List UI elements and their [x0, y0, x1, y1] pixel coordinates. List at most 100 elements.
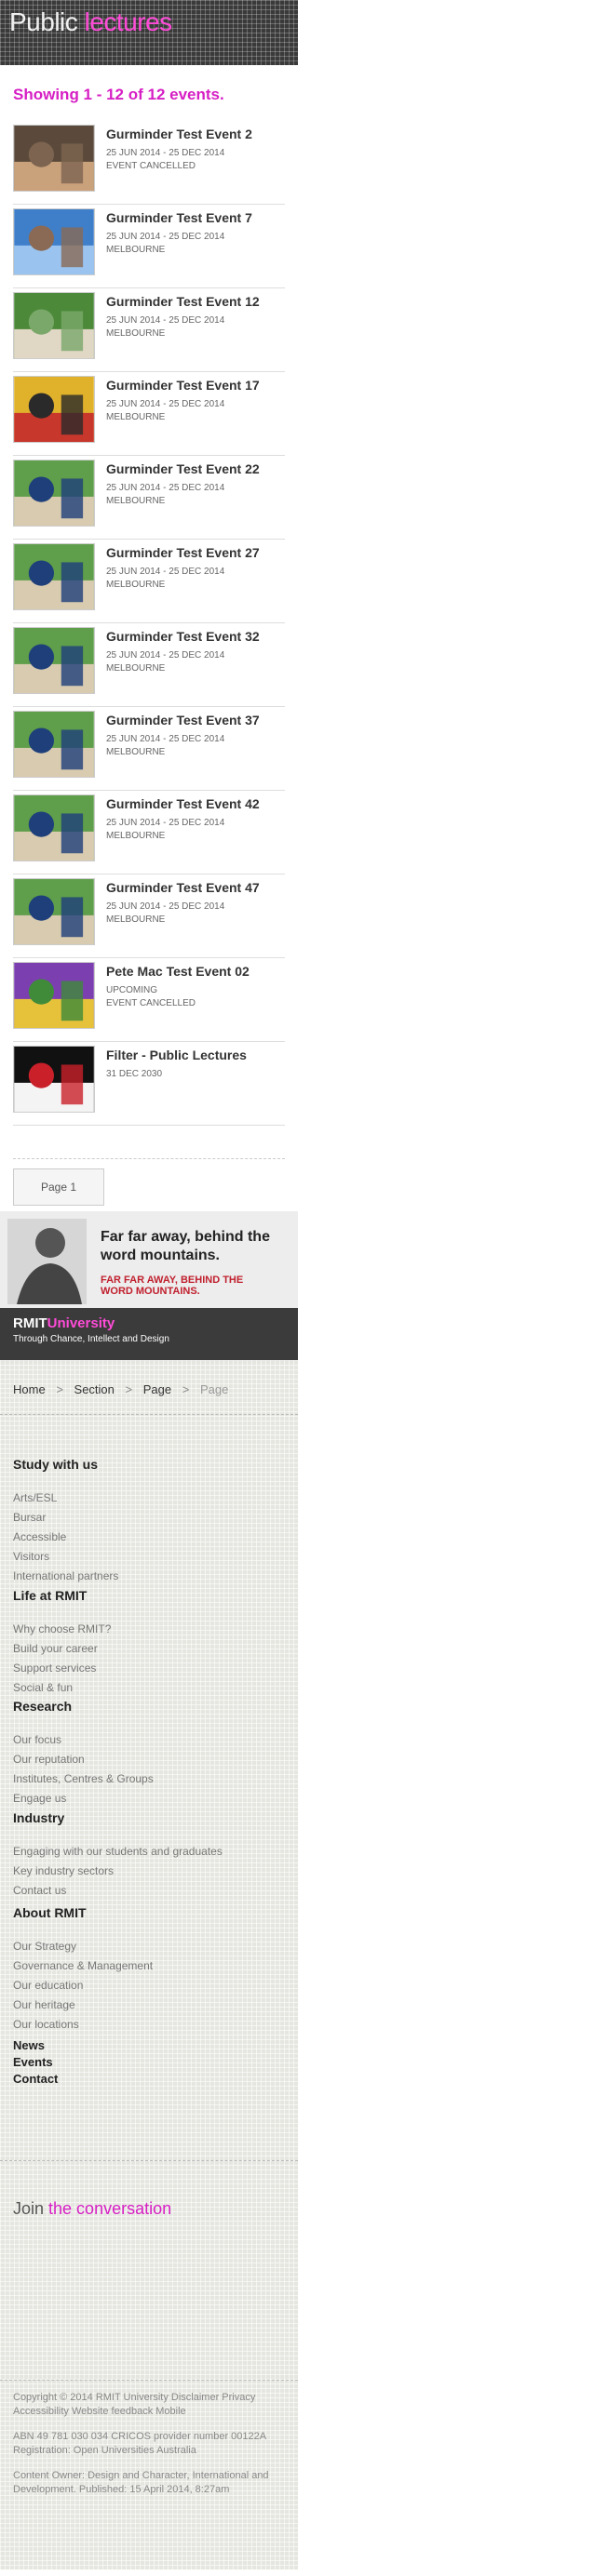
promo-banner[interactable]: Far far away, behind the word mountains.…: [0, 1211, 298, 1360]
breadcrumb-home[interactable]: Home: [13, 1382, 46, 1396]
footer-link[interactable]: International partners: [13, 1567, 283, 1586]
footer-link[interactable]: Accessible: [13, 1528, 283, 1547]
event-location: MELBOURNE: [106, 412, 166, 422]
footer-link[interactable]: Institutes, Centres & Groups: [13, 1769, 283, 1789]
event-item[interactable]: Gurminder Test Event 12 25 JUN 2014 - 25…: [13, 288, 285, 372]
event-thumbnail[interactable]: [13, 962, 95, 1029]
footer-link[interactable]: Why choose RMIT?: [13, 1620, 283, 1639]
divider: [0, 2380, 298, 2381]
breadcrumb-section[interactable]: Section: [74, 1382, 115, 1396]
event-info: Gurminder Test Event 2 25 JUN 2014 - 25 …: [106, 125, 252, 204]
event-item[interactable]: Gurminder Test Event 27 25 JUN 2014 - 25…: [13, 540, 285, 623]
footer-link[interactable]: Build your career: [13, 1639, 283, 1659]
event-item[interactable]: Filter - Public Lectures 31 DEC 2030: [13, 1042, 285, 1126]
footer-main-link[interactable]: Contact: [13, 2071, 283, 2088]
event-item[interactable]: Gurminder Test Event 2 25 JUN 2014 - 25 …: [13, 121, 285, 205]
title-plain: Public: [9, 7, 85, 36]
breadcrumb-page[interactable]: Page: [143, 1382, 171, 1396]
footer-link[interactable]: Social & fun: [13, 1678, 283, 1698]
event-date: 25 JUN 2014 - 25 DEC 2014: [106, 818, 225, 828]
event-title[interactable]: Gurminder Test Event 2: [106, 127, 252, 141]
page-button[interactable]: Page 1: [13, 1168, 104, 1206]
event-title[interactable]: Gurminder Test Event 37: [106, 713, 260, 727]
footer-group-study: Study with us Arts/ESL Bursar Accessible Vis…: [13, 1457, 283, 1586]
footer-link[interactable]: Governance & Management: [13, 1956, 283, 1976]
event-location: MELBOURNE: [106, 831, 166, 841]
event-thumbnail[interactable]: [13, 1046, 95, 1113]
event-info: Pete Mac Test Event 02 UPCOMING EVENT CA…: [106, 962, 250, 1041]
footer-link[interactable]: Key industry sectors: [13, 1862, 283, 1881]
event-thumbnail[interactable]: [13, 878, 95, 945]
footer-link[interactable]: Support services: [13, 1659, 283, 1678]
event-title[interactable]: Gurminder Test Event 32: [106, 629, 260, 644]
footer-link[interactable]: Arts/ESL: [13, 1488, 283, 1508]
footer-group-industry: Industry Engaging with our students and g…: [13, 1810, 283, 1901]
footer-link[interactable]: Our education: [13, 1976, 283, 1995]
footer-link[interactable]: Our focus: [13, 1730, 283, 1750]
event-date: 25 JUN 2014 - 25 DEC 2014: [106, 148, 225, 158]
event-title[interactable]: Gurminder Test Event 17: [106, 378, 260, 393]
footer-link[interactable]: Engaging with our students and graduates: [13, 1842, 283, 1862]
divider: [0, 2160, 298, 2161]
event-date: 25 JUN 2014 - 25 DEC 2014: [106, 232, 225, 242]
title-accent: lectures: [84, 7, 173, 36]
footer-main-link[interactable]: News: [13, 2037, 283, 2054]
footer-group-title: Life at RMIT: [13, 1588, 88, 1603]
event-thumbnail[interactable]: [13, 125, 95, 192]
event-location: MELBOURNE: [106, 580, 166, 590]
event-title[interactable]: Gurminder Test Event 22: [106, 461, 260, 476]
footer-link[interactable]: Bursar: [13, 1508, 283, 1528]
event-date: 25 JUN 2014 - 25 DEC 2014: [106, 315, 225, 326]
event-title[interactable]: Gurminder Test Event 7: [106, 210, 252, 225]
event-title[interactable]: Filter - Public Lectures: [106, 1048, 247, 1062]
banner-subline: FAR FAR AWAY, BEHIND THE WORD MOUNTAINS.: [101, 1275, 244, 1297]
event-date: 25 JUN 2014 - 25 DEC 2014: [106, 650, 225, 661]
event-title[interactable]: Pete Mac Test Event 02: [106, 964, 250, 979]
footer-link[interactable]: Our locations: [13, 2015, 283, 2035]
event-thumbnail[interactable]: [13, 376, 95, 443]
footer-link[interactable]: Contact us: [13, 1881, 283, 1901]
brand-strip: RMITUniversity Through Chance, Intellect…: [0, 1308, 298, 1360]
brand-logo[interactable]: RMITUniversity: [13, 1315, 115, 1331]
footer-link[interactable]: Our heritage: [13, 1995, 283, 2015]
event-thumbnail[interactable]: [13, 627, 95, 694]
event-date: 25 JUN 2014 - 25 DEC 2014: [106, 734, 225, 744]
footer-main-link[interactable]: Events: [13, 2054, 283, 2071]
event-title[interactable]: Gurminder Test Event 12: [106, 294, 260, 309]
event-item[interactable]: Gurminder Test Event 37 25 JUN 2014 - 25…: [13, 707, 285, 791]
join-plain: Join: [13, 2199, 49, 2218]
footer-link[interactable]: Our Strategy: [13, 1937, 283, 1956]
footer-link[interactable]: Our reputation: [13, 1750, 283, 1769]
event-thumbnail[interactable]: [13, 543, 95, 610]
event-item[interactable]: Gurminder Test Event 47 25 JUN 2014 - 25…: [13, 874, 285, 958]
event-item[interactable]: Gurminder Test Event 42 25 JUN 2014 - 25…: [13, 791, 285, 874]
event-item[interactable]: Gurminder Test Event 7 25 JUN 2014 - 25 …: [13, 205, 285, 288]
event-thumbnail[interactable]: [13, 460, 95, 527]
footer-link[interactable]: Visitors: [13, 1547, 283, 1567]
divider: [0, 1414, 298, 1415]
event-title[interactable]: Gurminder Test Event 42: [106, 796, 260, 811]
event-item[interactable]: Gurminder Test Event 17 25 JUN 2014 - 25…: [13, 372, 285, 456]
event-thumbnail[interactable]: [13, 208, 95, 275]
event-item[interactable]: Pete Mac Test Event 02 UPCOMING EVENT CA…: [13, 958, 285, 1042]
event-info: Gurminder Test Event 42 25 JUN 2014 - 25…: [106, 794, 260, 874]
event-date: 25 JUN 2014 - 25 DEC 2014: [106, 399, 225, 409]
breadcrumb-separator: >: [125, 1382, 133, 1396]
event-thumbnail[interactable]: [13, 794, 95, 861]
event-thumbnail[interactable]: [13, 292, 95, 359]
footer-link[interactable]: Engage us: [13, 1789, 283, 1809]
breadcrumb-current: Page: [199, 1382, 229, 1396]
breadcrumb: Home > Section > Page > Page: [13, 1382, 236, 1396]
breadcrumb-separator: >: [56, 1382, 63, 1396]
join-accent: the conversation: [48, 2199, 172, 2218]
event-item[interactable]: Gurminder Test Event 22 25 JUN 2014 - 25…: [13, 456, 285, 540]
event-location: MELBOURNE: [106, 328, 166, 339]
event-thumbnail[interactable]: [13, 711, 95, 778]
breadcrumb-separator: >: [182, 1382, 190, 1396]
event-title[interactable]: Gurminder Test Event 47: [106, 880, 260, 895]
brand-white: RMIT: [13, 1315, 47, 1331]
footer-plain-links: News Events Contact: [13, 2037, 283, 2088]
event-item[interactable]: Gurminder Test Event 32 25 JUN 2014 - 25…: [13, 623, 285, 707]
event-title[interactable]: Gurminder Test Event 27: [106, 545, 260, 560]
join-conversation[interactable]: Join the conversation: [13, 2199, 171, 2219]
